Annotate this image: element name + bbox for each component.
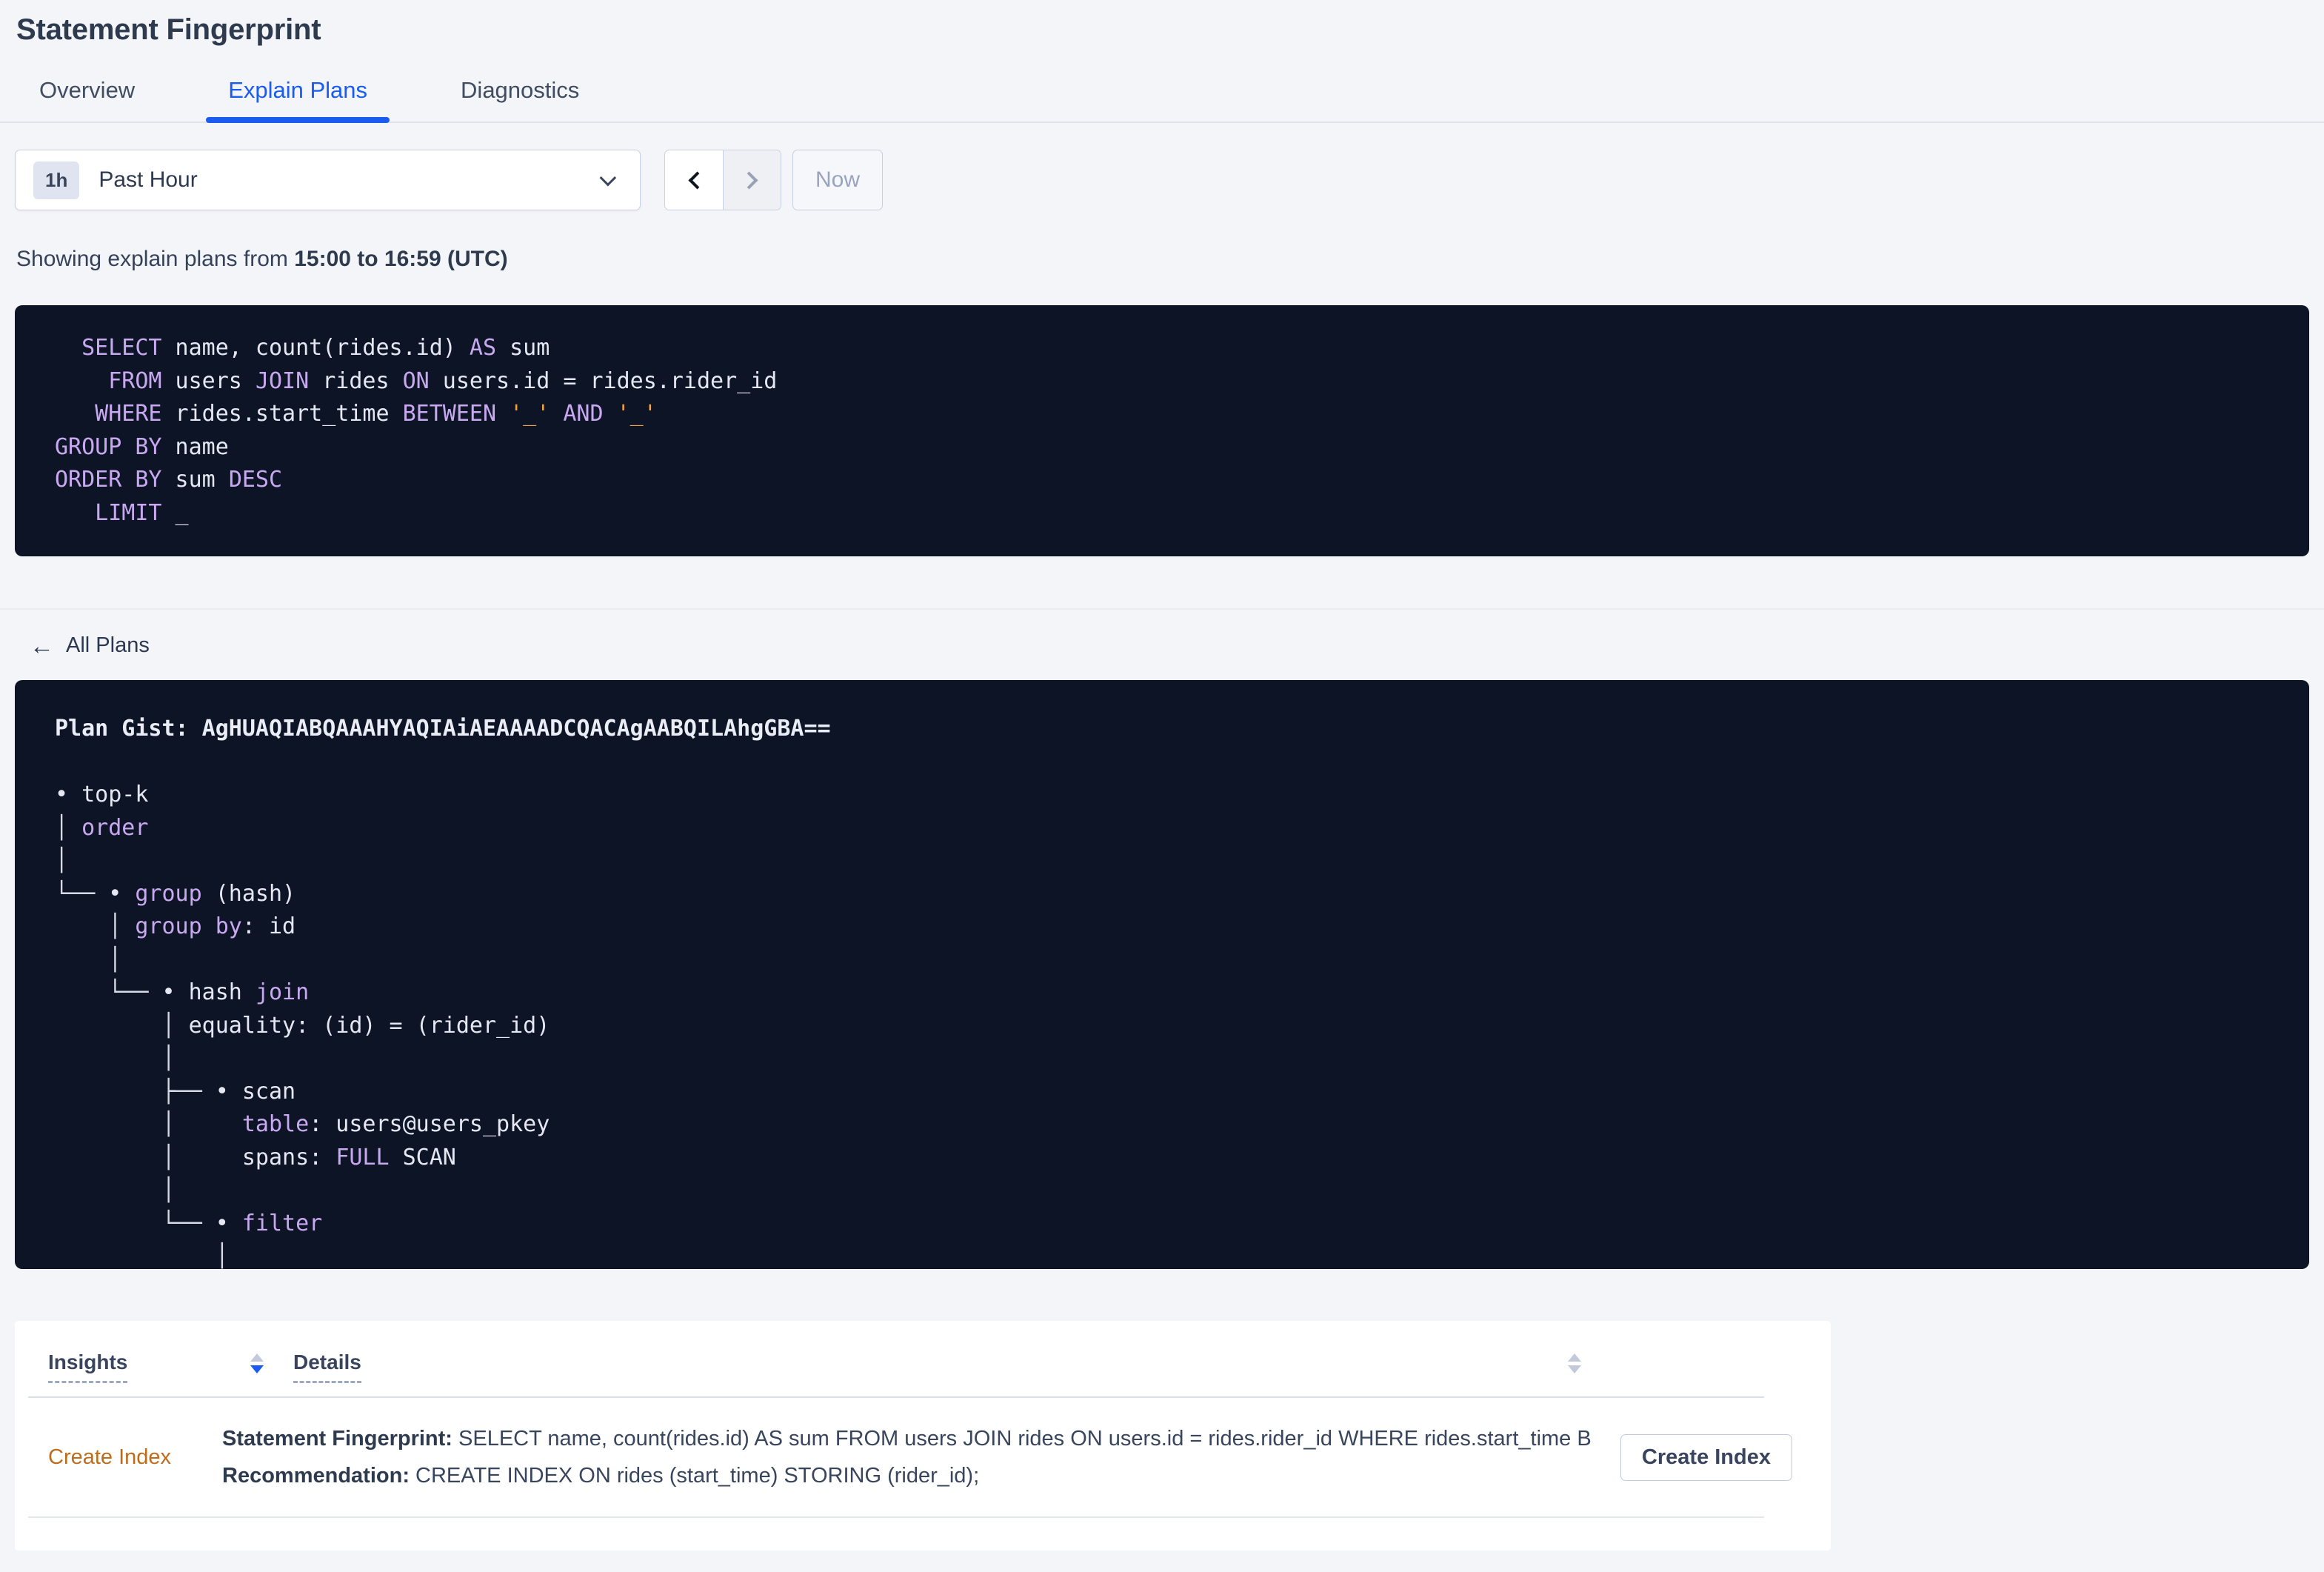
row-divider xyxy=(28,1516,1764,1518)
tab-bar: Overview Explain Plans Diagnostics xyxy=(0,68,2324,123)
tab-diagnostics[interactable]: Diagnostics xyxy=(438,68,601,121)
showing-range-bold: 15:00 to 16:59 (UTC) xyxy=(294,247,508,271)
details-cell: Statement Fingerprint: SELECT name, coun… xyxy=(222,1420,1592,1494)
plan-gist-box: Plan Gist: AgHUAQIABQAAAHYAQIAiAEAAAADCQ… xyxy=(15,680,2309,1269)
sort-asc-icon xyxy=(250,1353,264,1362)
now-button[interactable]: Now xyxy=(792,150,883,210)
plan-gist-tree: Plan Gist: AgHUAQIABQAAAHYAQIAiAEAAAADCQ… xyxy=(55,716,831,1269)
sort-icon-details[interactable] xyxy=(1568,1353,1581,1373)
next-interval-button[interactable] xyxy=(723,150,781,210)
time-picker-row: 1h Past Hour Now xyxy=(15,150,2309,210)
insights-table-header: Insights Details xyxy=(15,1321,1831,1383)
sort-desc-icon xyxy=(250,1365,264,1373)
back-arrow-icon: ← xyxy=(30,631,54,659)
time-range-badge: 1h xyxy=(33,161,80,199)
sql-statement-code: SELECT name, count(rides.id) AS sum FROM… xyxy=(55,335,778,526)
time-range-label: Past Hour xyxy=(98,167,198,192)
time-step-buttons xyxy=(664,150,781,210)
insight-type-link[interactable]: Create Index xyxy=(48,1445,171,1469)
chevron-left-icon xyxy=(687,170,707,190)
showing-range-text: Showing explain plans from 15:00 to 16:5… xyxy=(16,247,508,271)
fingerprint-line: Statement Fingerprint: SELECT name, coun… xyxy=(222,1427,1592,1451)
insights-header-label[interactable]: Insights xyxy=(48,1350,128,1383)
details-header-label[interactable]: Details xyxy=(293,1350,361,1383)
sql-statement-box: SELECT name, count(rides.id) AS sum FROM… xyxy=(15,305,2309,556)
all-plans-label: All Plans xyxy=(66,633,150,657)
chevron-down-icon xyxy=(599,169,617,187)
statement-fingerprint-page: Statement Fingerprint Overview Explain P… xyxy=(0,12,2324,1572)
insights-table: Insights Details Create Index Statement … xyxy=(15,1321,1831,1551)
page-title: Statement Fingerprint xyxy=(16,13,321,46)
sort-icon-insights[interactable] xyxy=(250,1353,264,1373)
column-header-details: Details xyxy=(293,1350,361,1383)
recommendation-label: Recommendation: xyxy=(222,1464,410,1488)
time-range-select[interactable]: 1h Past Hour xyxy=(15,150,641,210)
sort-asc-icon xyxy=(1568,1353,1581,1362)
table-row: Create Index Statement Fingerprint: SELE… xyxy=(15,1398,1831,1516)
insight-cell: Create Index xyxy=(48,1445,222,1470)
section-divider xyxy=(0,608,2324,610)
previous-interval-button[interactable] xyxy=(665,150,723,210)
sort-desc-icon xyxy=(1568,1365,1581,1373)
tab-explain-plans[interactable]: Explain Plans xyxy=(206,68,390,123)
column-header-insights: Insights xyxy=(48,1350,222,1383)
chevron-right-icon xyxy=(740,170,758,190)
all-plans-link[interactable]: ← All Plans xyxy=(30,633,150,658)
tab-overview[interactable]: Overview xyxy=(17,68,157,121)
recommendation-line: Recommendation: CREATE INDEX ON rides (s… xyxy=(222,1464,980,1488)
create-index-button[interactable]: Create Index xyxy=(1620,1433,1792,1481)
fingerprint-label: Statement Fingerprint: xyxy=(222,1427,453,1451)
